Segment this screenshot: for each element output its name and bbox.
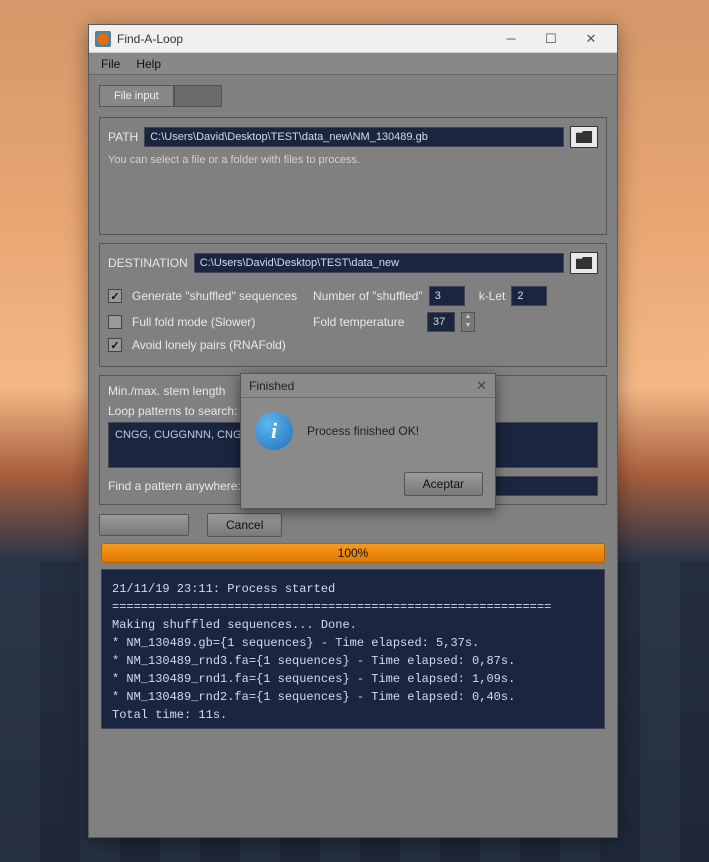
generate-shuffled-label: Generate "shuffled" sequences	[132, 289, 307, 303]
folder-icon	[576, 131, 592, 143]
destination-label: DESTINATION	[108, 256, 188, 270]
fold-temp-label: Fold temperature	[313, 315, 421, 329]
progress-bar: 100%	[101, 543, 605, 563]
run-button[interactable]	[99, 514, 189, 536]
avoid-lonely-checkbox[interactable]	[108, 338, 122, 352]
java-icon	[95, 31, 111, 47]
dialog-message: Process finished OK!	[307, 424, 419, 438]
menu-help[interactable]: Help	[128, 55, 169, 73]
progress-text: 100%	[338, 546, 369, 560]
path-hint: You can select a file or a folder with f…	[108, 154, 598, 166]
finished-dialog: Finished ✕ i Process finished OK! Acepta…	[240, 373, 496, 509]
klet-input[interactable]	[511, 286, 547, 306]
find-pattern-label: Find a pattern anywhere:	[108, 479, 241, 493]
tab-file-input[interactable]: File input	[99, 85, 174, 107]
fold-temp-input[interactable]	[427, 312, 455, 332]
path-label: PATH	[108, 130, 138, 144]
generate-shuffled-checkbox[interactable]	[108, 289, 122, 303]
destination-browse-button[interactable]	[570, 252, 598, 274]
path-browse-button[interactable]	[570, 126, 598, 148]
maximize-button[interactable]: ☐	[531, 26, 571, 52]
minimize-button[interactable]: ─	[491, 26, 531, 52]
window-title: Find-A-Loop	[117, 32, 491, 46]
path-panel: PATH You can select a file or a folder w…	[99, 117, 607, 235]
dialog-title-text: Finished	[249, 379, 476, 393]
destination-panel: DESTINATION Generate "shuffled" sequence…	[99, 243, 607, 367]
menubar: File Help	[89, 53, 617, 75]
path-input[interactable]	[144, 127, 564, 147]
dialog-close-button[interactable]: ✕	[476, 378, 487, 394]
dialog-titlebar[interactable]: Finished ✕	[241, 374, 495, 398]
menu-file[interactable]: File	[93, 55, 128, 73]
number-shuffled-label: Number of "shuffled"	[313, 289, 423, 303]
destination-input[interactable]	[194, 253, 564, 273]
full-fold-checkbox[interactable]	[108, 315, 122, 329]
avoid-lonely-label: Avoid lonely pairs (RNAFold)	[132, 338, 286, 352]
tab-secondary[interactable]	[174, 85, 222, 107]
full-fold-label: Full fold mode (Slower)	[132, 315, 307, 329]
folder-icon	[576, 257, 592, 269]
log-output[interactable]: 21/11/19 23:11: Process started ========…	[101, 569, 605, 729]
accept-button[interactable]: Aceptar	[404, 472, 483, 496]
fold-temp-spinner[interactable]: ▲▼	[461, 312, 475, 332]
titlebar[interactable]: Find-A-Loop ─ ☐ ✕	[89, 25, 617, 53]
cancel-button[interactable]: Cancel	[207, 513, 282, 537]
number-shuffled-input[interactable]	[429, 286, 465, 306]
klet-label: k-Let	[479, 289, 506, 303]
close-button[interactable]: ✕	[571, 26, 611, 52]
info-icon: i	[255, 412, 293, 450]
